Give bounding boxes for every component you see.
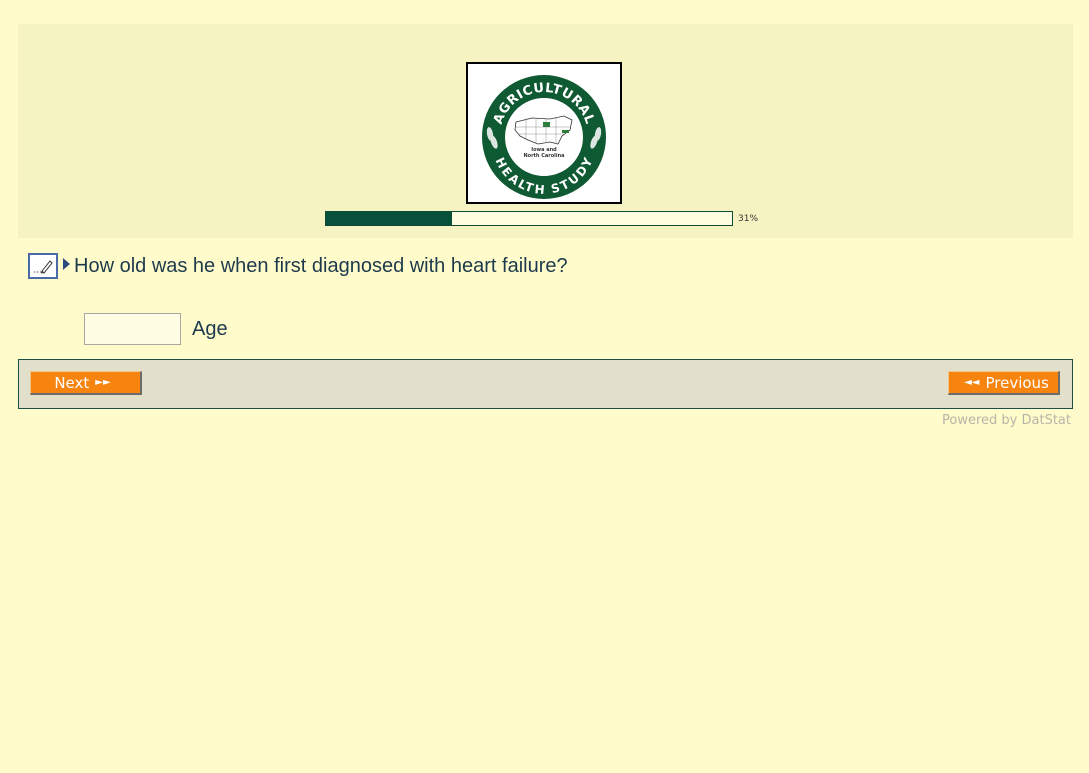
next-button[interactable]: Next ►► [30,371,142,395]
progress-percent: 31% [738,214,759,224]
powered-by-text: Powered by DatStat [942,413,1071,428]
next-button-label: Next [54,373,90,392]
age-input[interactable] [84,313,181,345]
survey-header: AGRICULTURAL HEALTH STUDY Iowa and North… [18,24,1073,238]
study-logo: AGRICULTURAL HEALTH STUDY Iowa and North… [466,62,622,204]
previous-button[interactable]: ◄◄ Previous [948,371,1060,395]
play-arrow-icon [62,257,71,276]
question-text: How old was he when first diagnosed with… [74,254,568,277]
double-chevron-right-icon: ►► [95,377,111,388]
logo-center-line2: North Carolina [523,153,564,159]
previous-button-label: Previous [985,373,1049,392]
age-label: Age [192,317,228,340]
answer-row: Age [84,313,228,345]
agricultural-health-study-logo: AGRICULTURAL HEALTH STUDY Iowa and North… [482,75,606,199]
progress-bar [325,211,733,226]
edit-note-icon[interactable] [28,253,58,279]
navigation-bar: Next ►► ◄◄ Previous [18,359,1073,409]
double-chevron-left-icon: ◄◄ [964,377,980,388]
question-row: How old was he when first diagnosed with… [28,250,568,282]
progress-fill [326,212,452,225]
